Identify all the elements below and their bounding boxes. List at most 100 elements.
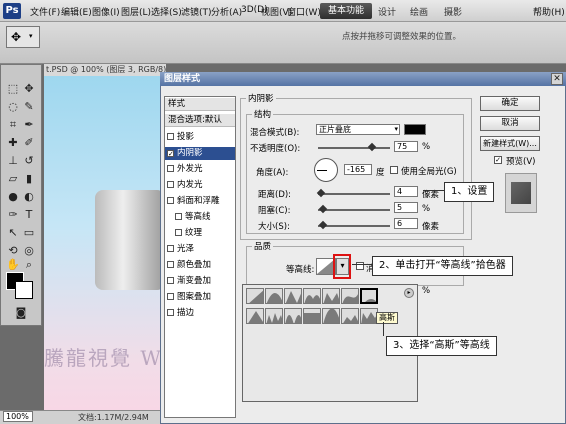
- style-item-inner-shadow[interactable]: ✓ 内阴影: [165, 147, 235, 160]
- chevron-down-icon: ▾: [29, 32, 33, 40]
- distance-input[interactable]: 4: [394, 186, 418, 197]
- quick-mask-icon[interactable]: ◙: [14, 306, 28, 320]
- opacity-input[interactable]: 75: [394, 141, 418, 152]
- menu-analysis[interactable]: 分析(A): [211, 5, 242, 18]
- size-slider[interactable]: [318, 225, 390, 227]
- style-item-outer-glow[interactable]: 外发光: [165, 163, 235, 176]
- checkbox-icon[interactable]: [167, 293, 174, 300]
- contour-swatch[interactable]: [341, 308, 359, 324]
- menu-window[interactable]: 窗口(W): [287, 5, 321, 18]
- contour-swatch[interactable]: [246, 288, 264, 304]
- workspace-tab-design[interactable]: 设计: [378, 5, 396, 18]
- contour-swatch[interactable]: [284, 288, 302, 304]
- dodge-tool-icon[interactable]: ◐: [22, 190, 36, 204]
- styles-header[interactable]: 样式: [165, 98, 235, 111]
- preview-checkbox[interactable]: ✓: [494, 156, 502, 164]
- opacity-slider[interactable]: [318, 147, 390, 149]
- checkbox-icon[interactable]: [175, 213, 182, 220]
- contour-swatch[interactable]: [360, 288, 378, 304]
- menu-edit[interactable]: 编辑(E): [61, 5, 92, 18]
- style-item-gradient-overlay[interactable]: 渐变叠加: [165, 275, 235, 288]
- menu-help[interactable]: 帮助(H): [533, 5, 565, 18]
- gradient-tool-icon[interactable]: ▮: [22, 172, 36, 186]
- choke-slider[interactable]: [318, 209, 390, 211]
- hand-tool-icon[interactable]: ✋: [6, 258, 20, 272]
- contour-swatch[interactable]: [322, 308, 340, 324]
- move-tool-preset-button[interactable]: ✥ ▾: [6, 26, 40, 48]
- zoom-level-field[interactable]: 100%: [3, 411, 33, 422]
- 3d-rotate-tool-icon[interactable]: ⟲: [6, 244, 20, 258]
- menu-select[interactable]: 选择(S): [151, 5, 182, 18]
- style-item-bevel-emboss[interactable]: 斜面和浮雕: [165, 195, 235, 208]
- style-item-contour[interactable]: 等高线: [165, 211, 235, 224]
- path-select-tool-icon[interactable]: ↖: [6, 226, 20, 240]
- style-item-stroke[interactable]: 描边: [165, 307, 235, 320]
- marquee-tool-icon[interactable]: ⬚: [6, 82, 20, 96]
- zoom-tool-icon[interactable]: ⌕: [22, 258, 36, 272]
- workspace-tab-photography[interactable]: 摄影: [444, 5, 462, 18]
- ok-button[interactable]: 确定: [480, 96, 540, 111]
- eraser-tool-icon[interactable]: ▱: [6, 172, 20, 186]
- contour-swatch[interactable]: [303, 288, 321, 304]
- 3d-orbit-tool-icon[interactable]: ◎: [22, 244, 36, 258]
- distance-slider[interactable]: [318, 193, 390, 195]
- picker-menu-arrow-icon[interactable]: ▸: [404, 288, 414, 298]
- new-style-button[interactable]: 新建样式(W)...: [480, 136, 540, 151]
- menu-file[interactable]: 文件(F): [30, 5, 60, 18]
- style-item-pattern-overlay[interactable]: 图案叠加: [165, 291, 235, 304]
- cancel-button[interactable]: 取消: [480, 116, 540, 131]
- contour-swatch[interactable]: [341, 288, 359, 304]
- blur-tool-icon[interactable]: ●: [6, 190, 20, 204]
- history-brush-tool-icon[interactable]: ↺: [22, 154, 36, 168]
- contour-swatch[interactable]: [303, 308, 321, 324]
- healing-brush-tool-icon[interactable]: ✚: [6, 136, 20, 150]
- crop-tool-icon[interactable]: ⌗: [6, 118, 20, 132]
- lasso-tool-icon[interactable]: ◌: [6, 100, 20, 114]
- contour-swatch[interactable]: [265, 288, 283, 304]
- angle-dial[interactable]: [314, 158, 338, 182]
- style-item-texture[interactable]: 纹理: [165, 227, 235, 240]
- workspace-tab-painting[interactable]: 绘画: [410, 5, 428, 18]
- blend-mode-label: 混合模式(B):: [250, 128, 300, 138]
- contour-swatch[interactable]: [246, 308, 264, 324]
- checkbox-icon[interactable]: [175, 229, 182, 236]
- menu-image[interactable]: 图像(I): [92, 5, 120, 18]
- brush-tool-icon[interactable]: ✐: [22, 136, 36, 150]
- document-tab[interactable]: t.PSD @ 100% (图层 3, RGB/8): [44, 64, 166, 76]
- blend-options-item[interactable]: 混合选项:默认: [165, 114, 235, 127]
- size-input[interactable]: 6: [394, 218, 418, 229]
- choke-input[interactable]: 5: [394, 202, 418, 213]
- checkbox-icon[interactable]: [167, 261, 174, 268]
- checkbox-icon[interactable]: [167, 165, 174, 172]
- style-item-satin[interactable]: 光泽: [165, 243, 235, 256]
- shape-tool-icon[interactable]: ▭: [22, 226, 36, 240]
- checkbox-icon[interactable]: [167, 181, 174, 188]
- eyedropper-tool-icon[interactable]: ✒: [22, 118, 36, 132]
- close-icon[interactable]: ✕: [551, 73, 563, 85]
- checkbox-icon[interactable]: [167, 277, 174, 284]
- quick-select-tool-icon[interactable]: ✎: [22, 100, 36, 114]
- checkbox-checked-icon[interactable]: ✓: [167, 150, 174, 158]
- pen-tool-icon[interactable]: ✑: [6, 208, 20, 222]
- background-color-swatch[interactable]: [15, 281, 33, 299]
- workspace-essentials-button[interactable]: 基本功能: [320, 3, 372, 19]
- angle-input[interactable]: -165: [344, 164, 372, 175]
- stamp-tool-icon[interactable]: ⊥: [6, 154, 20, 168]
- checkbox-icon[interactable]: [167, 133, 174, 140]
- style-item-inner-glow[interactable]: 内发光: [165, 179, 235, 192]
- contour-swatch[interactable]: [322, 288, 340, 304]
- checkbox-icon[interactable]: [167, 197, 174, 204]
- type-tool-icon[interactable]: T: [22, 208, 36, 222]
- contour-swatch[interactable]: [265, 308, 283, 324]
- contour-swatch[interactable]: [284, 308, 302, 324]
- checkbox-icon[interactable]: [167, 245, 174, 252]
- shadow-color-swatch[interactable]: [404, 124, 426, 135]
- menu-layer[interactable]: 图层(L): [121, 5, 151, 18]
- blend-mode-select[interactable]: 正片叠底 ▾: [316, 124, 400, 135]
- move-tool-icon[interactable]: ✥: [22, 82, 36, 96]
- menu-filter[interactable]: 滤镜(T): [181, 5, 212, 18]
- checkbox-icon[interactable]: [167, 309, 174, 316]
- style-item-color-overlay[interactable]: 颜色叠加: [165, 259, 235, 272]
- global-light-checkbox[interactable]: [390, 166, 398, 174]
- style-item-drop-shadow[interactable]: 投影: [165, 131, 235, 144]
